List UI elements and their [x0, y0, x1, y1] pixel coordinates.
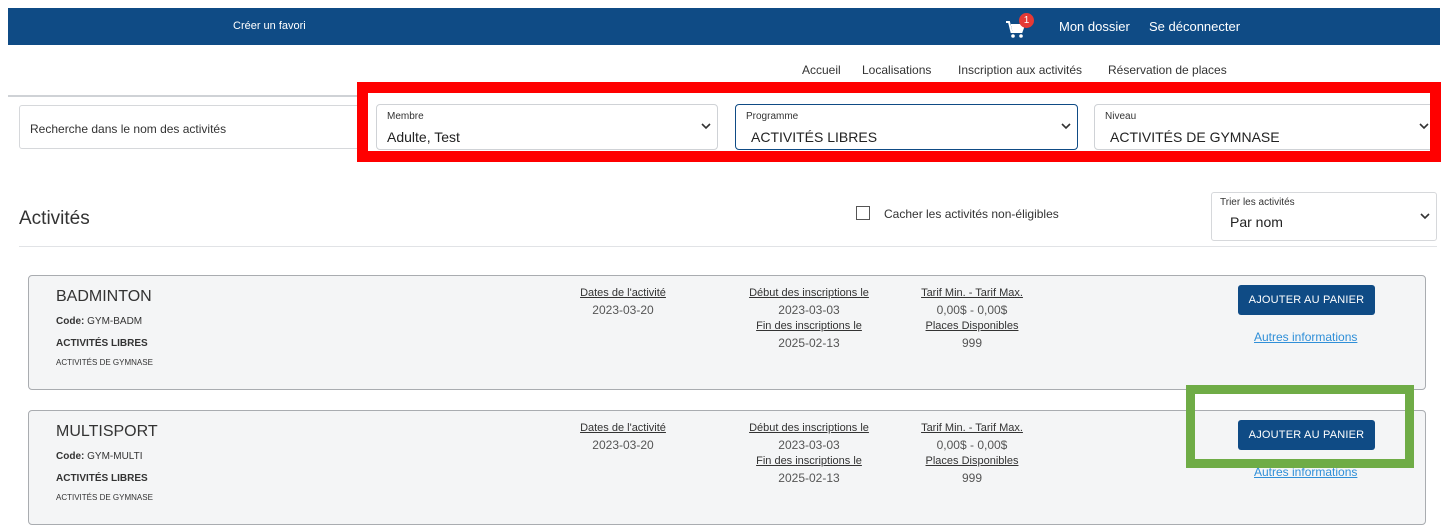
page-title: Activités	[19, 208, 90, 229]
places-available: 999	[961, 471, 983, 485]
search-placeholder: Recherche dans le nom des activités	[30, 122, 227, 136]
nav-activity-registration[interactable]: Inscription aux activités	[958, 63, 1082, 77]
level-select-label: Niveau	[1105, 111, 1137, 122]
program-select[interactable]: Programme ACTIVITÉS LIBRES	[735, 104, 1078, 150]
level-select-value: ACTIVITÉS DE GYMNASE	[1110, 129, 1280, 145]
price-header: Tarif Min. - Tarif Max.	[921, 287, 1023, 299]
divider	[8, 95, 360, 97]
activity-level: ACTIVITÉS DE GYMNASE	[56, 358, 153, 367]
reg-end-header: Fin des inscriptions le	[756, 455, 862, 467]
sort-select[interactable]: Trier les activités Par nom	[1211, 192, 1437, 241]
cart-button[interactable]: 1	[1005, 13, 1034, 39]
activity-search-input[interactable]: Recherche dans le nom des activités	[19, 105, 364, 149]
reg-start-date: 2023-03-03	[778, 438, 840, 452]
activity-date: 2023-03-20	[592, 438, 654, 452]
top-bar: Créer un favori 1 Mon dossier Se déconne…	[8, 8, 1440, 45]
chevron-down-icon	[1419, 123, 1429, 130]
reg-end-header: Fin des inscriptions le	[756, 320, 862, 332]
activity-program: ACTIVITÉS LIBRES	[56, 473, 148, 484]
places-header: Places Disponibles	[925, 320, 1019, 332]
price-col: Tarif Min. - Tarif Max. 0,00$ - 0,00$ Pl…	[887, 287, 1057, 350]
activity-code: Code: GYM-BADM	[56, 316, 143, 327]
hide-ineligible-label: Cacher les activités non-éligibles	[884, 207, 1059, 221]
add-to-cart-button[interactable]: AJOUTER AU PANIER	[1238, 420, 1375, 450]
activity-card: BADMINTON Code: GYM-BADM ACTIVITÉS LIBRE…	[28, 275, 1426, 390]
program-select-label: Programme	[746, 111, 799, 122]
logout-link[interactable]: Se déconnecter	[1149, 19, 1240, 34]
hide-ineligible-checkbox[interactable]	[856, 206, 870, 220]
activity-dates-col: Dates de l'activité 2023-03-20	[538, 287, 708, 317]
activity-level: ACTIVITÉS DE GYMNASE	[56, 493, 153, 502]
my-file-link[interactable]: Mon dossier	[1059, 19, 1130, 34]
create-favorite-link[interactable]: Créer un favori	[233, 20, 306, 32]
more-info-link[interactable]: Autres informations	[1254, 330, 1357, 344]
activity-date: 2023-03-20	[592, 303, 654, 317]
chevron-down-icon	[1420, 213, 1430, 220]
reg-end-date: 2025-02-13	[778, 336, 840, 350]
registration-col: Début des inscriptions le 2023-03-03 Fin…	[724, 287, 894, 350]
places-available: 999	[961, 336, 983, 350]
nav-home[interactable]: Accueil	[802, 63, 841, 77]
sort-select-label: Trier les activités	[1220, 197, 1295, 208]
more-info-link[interactable]: Autres informations	[1254, 465, 1357, 479]
nav-place-reservation[interactable]: Réservation de places	[1108, 63, 1227, 77]
activity-name: MULTISPORT	[56, 423, 158, 440]
activity-code: Code: GYM-MULTI	[56, 451, 143, 462]
member-select-value: Adulte, Test	[387, 129, 460, 145]
chevron-down-icon	[1061, 123, 1071, 130]
nav-locations[interactable]: Localisations	[862, 63, 931, 77]
price-header: Tarif Min. - Tarif Max.	[921, 422, 1023, 434]
activity-program: ACTIVITÉS LIBRES	[56, 338, 148, 349]
sort-select-value: Par nom	[1230, 214, 1283, 230]
price-range: 0,00$ - 0,00$	[936, 438, 1008, 452]
member-select[interactable]: Membre Adulte, Test	[376, 104, 718, 150]
cart-count-badge: 1	[1019, 13, 1034, 28]
reg-start-header: Début des inscriptions le	[749, 287, 869, 299]
reg-end-date: 2025-02-13	[778, 471, 840, 485]
divider	[19, 246, 1437, 247]
activity-name: BADMINTON	[56, 288, 152, 305]
dates-header: Dates de l'activité	[580, 287, 666, 299]
activity-dates-col: Dates de l'activité 2023-03-20	[538, 422, 708, 452]
reg-start-header: Début des inscriptions le	[749, 422, 869, 434]
member-select-label: Membre	[387, 111, 424, 122]
price-col: Tarif Min. - Tarif Max. 0,00$ - 0,00$ Pl…	[887, 422, 1057, 485]
chevron-down-icon	[701, 123, 711, 130]
level-select[interactable]: Niveau ACTIVITÉS DE GYMNASE	[1094, 104, 1436, 150]
places-header: Places Disponibles	[925, 455, 1019, 467]
program-select-value: ACTIVITÉS LIBRES	[751, 129, 878, 145]
add-to-cart-button[interactable]: AJOUTER AU PANIER	[1238, 285, 1375, 315]
dates-header: Dates de l'activité	[580, 422, 666, 434]
registration-col: Début des inscriptions le 2023-03-03 Fin…	[724, 422, 894, 485]
price-range: 0,00$ - 0,00$	[936, 303, 1008, 317]
reg-start-date: 2023-03-03	[778, 303, 840, 317]
activity-card: MULTISPORT Code: GYM-MULTI ACTIVITÉS LIB…	[28, 410, 1426, 525]
